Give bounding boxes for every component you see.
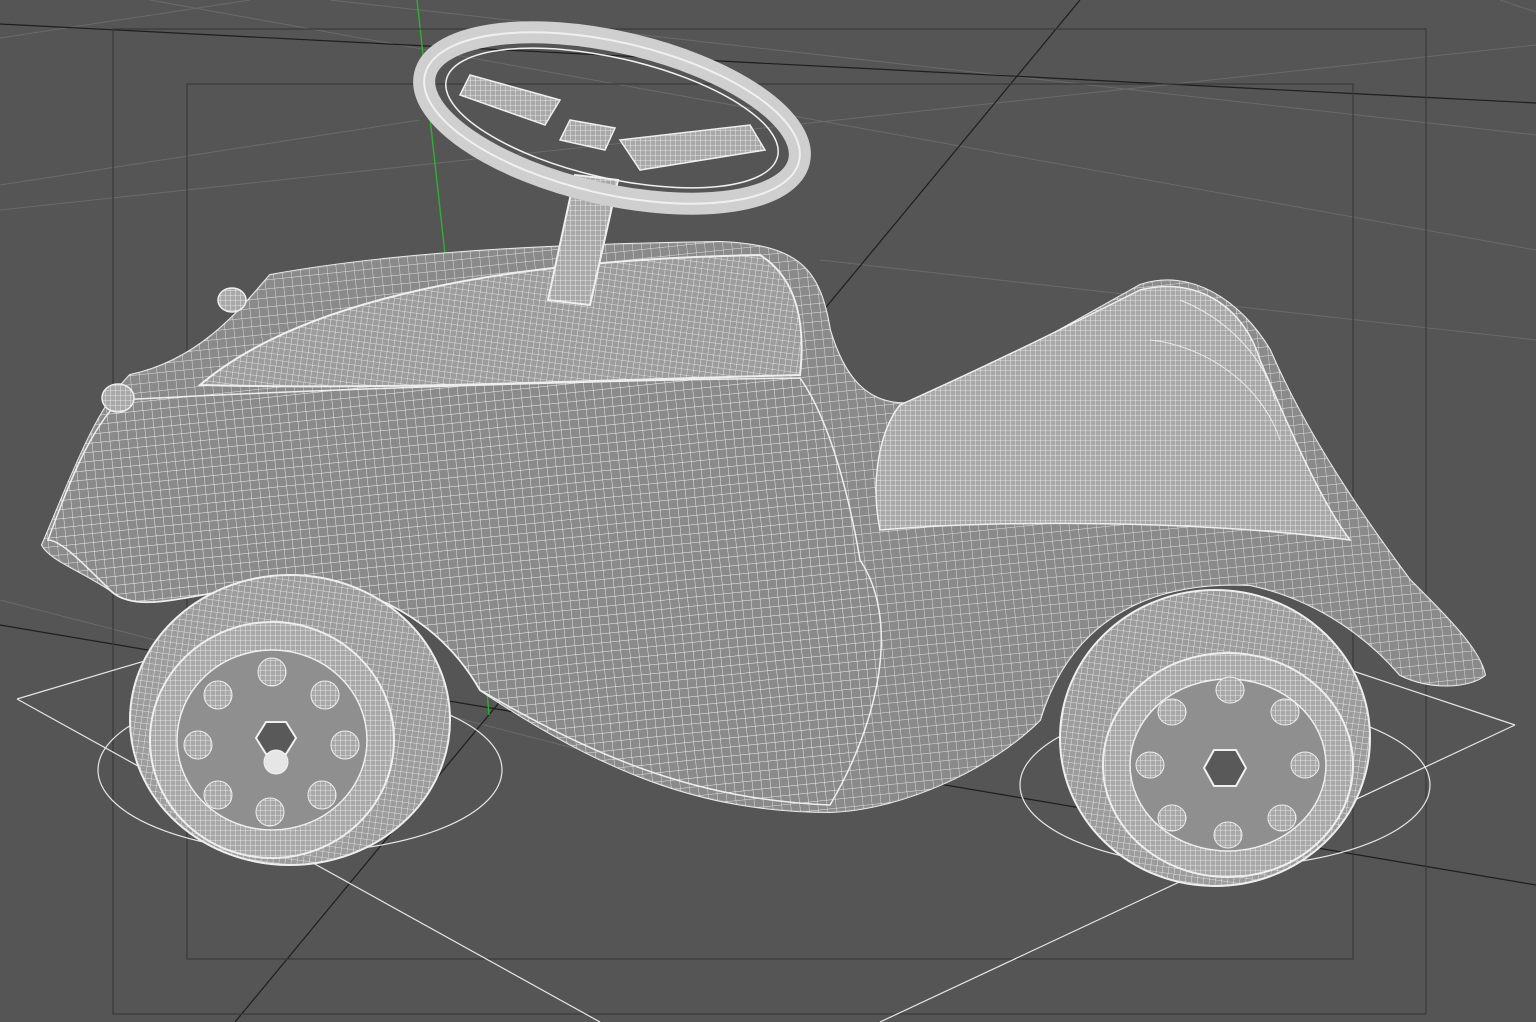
rear-light-left [101, 383, 135, 413]
viewport-canvas[interactable] [0, 0, 1536, 1022]
car-hood [875, 285, 1352, 541]
front-hub-hex-icon [1202, 749, 1248, 787]
3d-viewport[interactable] [0, 0, 1536, 1022]
rear-light-right [217, 287, 247, 313]
steering-wheel[interactable] [408, 1, 816, 235]
rear-hub-hex-icon [254, 721, 298, 755]
rear-wheel[interactable] [129, 574, 451, 866]
front-wheel[interactable] [1059, 589, 1371, 887]
